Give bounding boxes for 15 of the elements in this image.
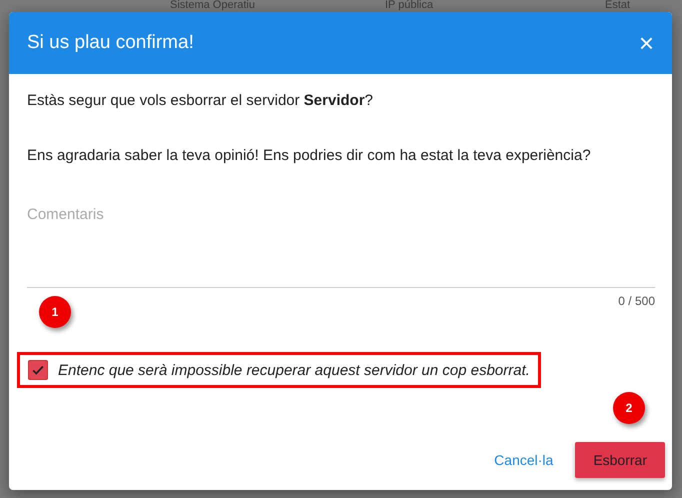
cancel-button[interactable]: Cancel·la <box>490 444 558 476</box>
question-text: Estàs segur que vols esborrar el servidor Servidor? <box>27 92 374 109</box>
annotation-marker: 1 <box>39 296 71 328</box>
column-header: Sistema Operatiu <box>170 0 255 11</box>
annotation-marker: 2 <box>613 392 645 424</box>
column-header: Estat <box>605 0 630 11</box>
close-button[interactable]: × <box>638 30 654 56</box>
delete-button[interactable]: Esborrar <box>575 442 665 478</box>
checkbox[interactable] <box>28 360 48 380</box>
feedback-text: Ens agradaria saber la teva opinió! Ens podries dir com ha estat la teva experiència? <box>27 147 592 164</box>
check-icon <box>31 363 45 377</box>
dialog-title: Si us plau confirma! <box>27 32 194 54</box>
checkbox-label: Entenc que serà impossible recuperar aquest servidor un cop esborrat. <box>58 362 530 378</box>
character-counter: 0 / 500 <box>618 294 655 308</box>
column-header: IP pública <box>385 0 434 11</box>
